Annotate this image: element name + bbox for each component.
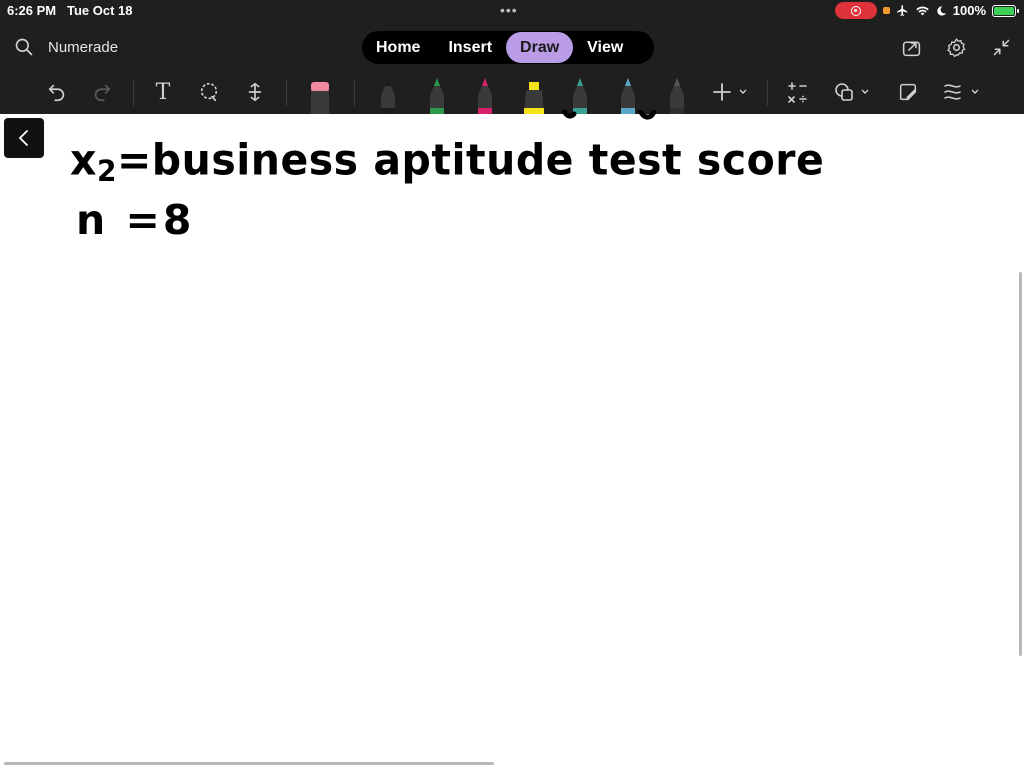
- back-button[interactable]: [4, 118, 44, 158]
- record-icon: [850, 5, 861, 16]
- screen-recording-indicator[interactable]: [834, 2, 877, 19]
- vertical-space-icon: [248, 82, 262, 102]
- draw-toolbar: T: [0, 72, 1024, 116]
- toolbar-divider: [286, 80, 287, 106]
- ink-lines-chevron-icon: [944, 84, 979, 100]
- undo-icon: [48, 84, 65, 102]
- text-tool-button[interactable]: T: [149, 78, 177, 106]
- airplane-icon: [896, 5, 908, 16]
- battery-icon: [992, 4, 1019, 17]
- multitasking-dots[interactable]: •••: [500, 2, 518, 18]
- collapse-arrows-icon[interactable]: [991, 37, 1012, 58]
- shapes-button[interactable]: [832, 78, 874, 106]
- microphone-indicator-icon: [882, 7, 890, 14]
- horizontal-scrollbar[interactable]: [4, 762, 494, 765]
- plus-chevron-icon: [713, 83, 747, 101]
- app-bar: Numerade Home Insert Draw View: [0, 26, 1024, 68]
- lasso-icon: [200, 82, 218, 102]
- clipped-handwriting-fragment: [561, 110, 657, 120]
- ink-to-shape-button[interactable]: [940, 78, 984, 106]
- handwritten-line-x2: x2=business aptitude test score: [70, 135, 824, 189]
- undo-button[interactable]: [43, 78, 71, 106]
- app-chrome: 6:26 PM Tue Oct 18 ••• 100% Numerade Hom…: [0, 0, 1024, 116]
- tab-view[interactable]: View: [573, 32, 637, 63]
- text-tool-icon: T: [155, 79, 171, 105]
- pen-teal-icon[interactable]: [569, 76, 591, 114]
- pen-green-icon[interactable]: [426, 76, 448, 114]
- redo-button[interactable]: [88, 78, 116, 106]
- status-bar: 6:26 PM Tue Oct 18 ••• 100%: [0, 0, 1024, 22]
- tab-draw[interactable]: Draw: [506, 32, 574, 63]
- variable-x: x: [70, 134, 97, 186]
- wifi-icon: [916, 6, 929, 15]
- highlighter-yellow-icon[interactable]: [521, 76, 547, 114]
- toolbar-divider: [354, 80, 355, 106]
- status-time: 6:26 PM: [7, 3, 57, 18]
- pen-light-blue-icon[interactable]: [617, 76, 639, 114]
- vertical-scrollbar[interactable]: [1019, 272, 1022, 656]
- tab-insert[interactable]: Insert: [434, 32, 506, 63]
- subscript-2: 2: [96, 153, 117, 189]
- notebook-title[interactable]: Numerade: [48, 39, 118, 56]
- toolbar-divider: [767, 80, 768, 106]
- status-date: Tue Oct 18: [67, 3, 133, 18]
- eraser-icon[interactable]: [309, 78, 331, 116]
- handwritten-line-n: n =8: [76, 196, 195, 244]
- pen-black-icon[interactable]: [377, 76, 399, 114]
- search-icon[interactable]: [14, 37, 34, 57]
- add-pen-button[interactable]: [708, 78, 752, 106]
- share-icon[interactable]: [901, 37, 922, 58]
- math-operators-icon: [788, 82, 807, 103]
- note-pen-icon: [899, 83, 917, 101]
- status-indicators: 100%: [834, 2, 1019, 19]
- moon-icon: [937, 5, 946, 16]
- variable-definition: =business aptitude test score: [116, 134, 825, 186]
- pen-magenta-icon[interactable]: [474, 76, 496, 114]
- app-bar-actions: [901, 37, 1012, 58]
- insert-space-button[interactable]: [241, 78, 269, 106]
- lasso-select-button[interactable]: [195, 78, 223, 106]
- toolbar-divider: [133, 80, 134, 106]
- shapes-chevron-icon: [835, 83, 869, 101]
- pen-dark-gray-icon[interactable]: [666, 76, 688, 114]
- math-button[interactable]: [784, 78, 812, 106]
- sticky-note-button[interactable]: [894, 78, 922, 106]
- tab-home[interactable]: Home: [362, 32, 434, 63]
- settings-gear-icon[interactable]: [946, 37, 967, 58]
- redo-icon: [94, 84, 111, 102]
- chevron-left-icon: [18, 130, 28, 146]
- battery-percentage: 100%: [952, 3, 986, 18]
- ribbon-tabs: Home Insert Draw View: [362, 31, 654, 64]
